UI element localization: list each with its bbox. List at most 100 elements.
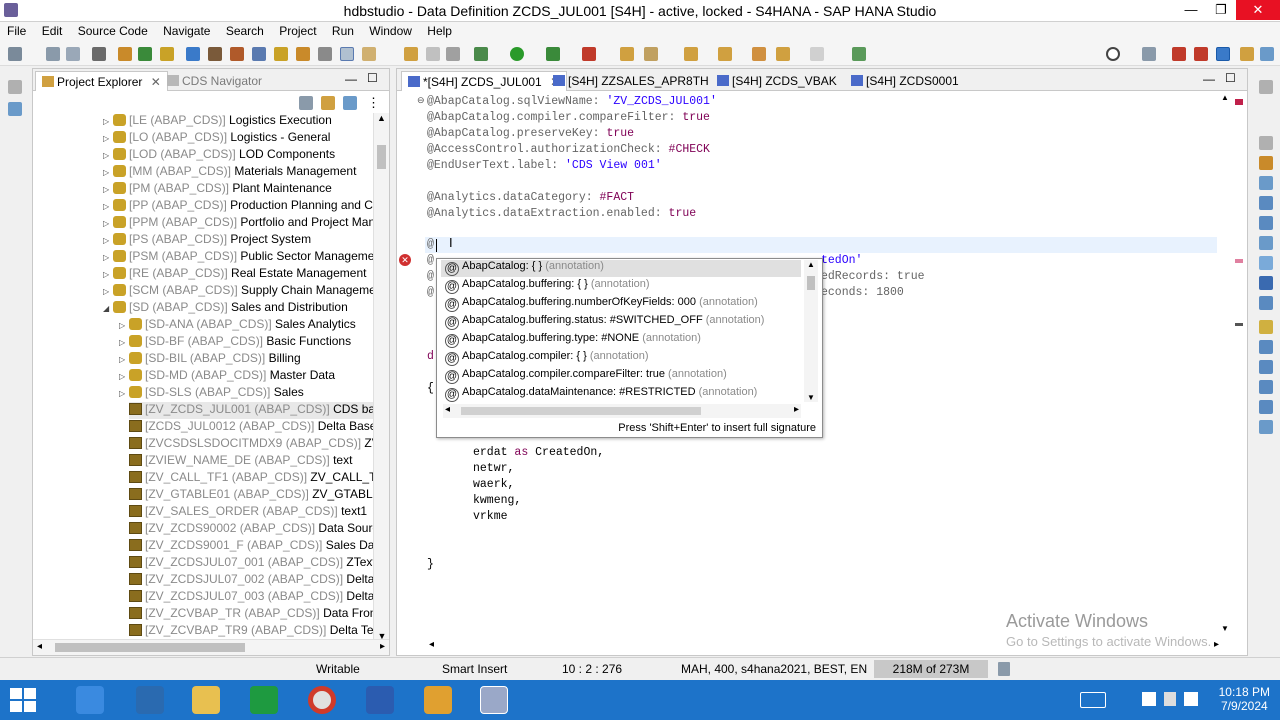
- scroll-right-arrow[interactable]: ▸: [1214, 639, 1219, 650]
- scroll-up-arrow[interactable]: ▲: [1219, 93, 1231, 102]
- open-object-icon[interactable]: [118, 47, 132, 61]
- file-explorer-app-icon[interactable]: [76, 686, 104, 714]
- code-line-define[interactable]: d: [427, 349, 434, 365]
- tree-item[interactable]: [ZV_ZCVBAP_TR9 (ABAP_CDS)] Delta Test: [129, 623, 373, 640]
- menu-window[interactable]: Window: [362, 22, 417, 38]
- assist-horizontal-scrollbar[interactable]: ◂ ▸: [443, 404, 801, 418]
- templates-icon[interactable]: [1259, 236, 1273, 250]
- collapsed-arrow-icon[interactable]: ▷: [119, 338, 129, 347]
- tree-vertical-scrollbar[interactable]: ▲ ▼: [373, 113, 389, 641]
- scroll-left-arrow[interactable]: ◂: [37, 641, 42, 652]
- restore-icon[interactable]: [1259, 136, 1273, 150]
- heap-status[interactable]: 218M of 273M: [874, 660, 988, 678]
- code-line-field-5[interactable]: vrkme: [473, 509, 508, 525]
- tree-item[interactable]: ▷ [SCM (ABAP_CDS)] Supply Chain Managemen…: [103, 283, 373, 300]
- flag-icon[interactable]: [1164, 692, 1176, 706]
- maximize-button[interactable]: ❐: [1206, 0, 1236, 20]
- sync-icon[interactable]: [318, 47, 332, 61]
- code-line-11[interactable]: @: [427, 253, 434, 269]
- tree-item[interactable]: ▷ [SD-BF (ABAP_CDS)] Basic Functions: [119, 334, 373, 351]
- assist-item[interactable]: @ AbapCatalog.buffering.numberOfKeyFields…: [445, 296, 758, 314]
- folder-icon[interactable]: [404, 47, 418, 61]
- minimize-button[interactable]: —: [1176, 0, 1206, 20]
- tree-item[interactable]: [ZV_CALL_TF1 (ABAP_CDS)] ZV_CALL_TF1: [129, 470, 373, 487]
- tab-zcds-jul001[interactable]: *[S4H] ZCDS_JUL001 ✕: [401, 71, 568, 91]
- outline-icon[interactable]: [1259, 156, 1273, 170]
- code-line-1[interactable]: @AbapCatalog.sqlViewName: 'ZV_ZCDS_JUL00…: [427, 94, 717, 110]
- problems-icon[interactable]: [1259, 216, 1273, 230]
- assist-item[interactable]: @ AbapCatalog.buffering.type: #NONE (anno…: [445, 332, 701, 350]
- scroll-down-arrow[interactable]: ▼: [1219, 624, 1231, 633]
- tree-item[interactable]: [ZV_ZCVBAP_TR (ABAP_CDS)] Data From CDS: [129, 606, 373, 623]
- collapse-all-icon[interactable]: [299, 96, 313, 110]
- code-line-8[interactable]: @Analytics.dataExtraction.enabled: true: [427, 206, 696, 222]
- save-icon[interactable]: [46, 47, 60, 61]
- run-icon[interactable]: [510, 47, 524, 61]
- assist-item[interactable]: @ AbapCatalog.compiler.compareFilter: tru…: [445, 368, 727, 386]
- tree-item[interactable]: [ZV_SALES_ORDER (ABAP_CDS)] text1: [129, 504, 373, 521]
- tree-item[interactable]: [ZCDS_JUL0012 (ABAP_CDS)] Delta Based I: [129, 419, 373, 436]
- scroll-right-arrow[interactable]: ▸: [380, 641, 385, 652]
- code-line-5[interactable]: @EndUserText.label: 'CDS View 001': [427, 158, 662, 174]
- scroll-down-arrow[interactable]: ▼: [804, 393, 818, 402]
- tool-icon[interactable]: [92, 47, 106, 61]
- minimize-editor-icon[interactable]: —: [1203, 72, 1215, 86]
- perspective-other-icon[interactable]: [1260, 47, 1274, 61]
- tab-cds-navigator[interactable]: CDS Navigator: [161, 71, 268, 91]
- tree-item[interactable]: ◢ [SD (ABAP_CDS)] Sales and Distribution: [103, 300, 373, 317]
- collapsed-arrow-icon[interactable]: ▷: [103, 134, 113, 143]
- scroll-left-arrow[interactable]: ◂: [445, 404, 450, 415]
- collapsed-arrow-icon[interactable]: ▷: [103, 270, 113, 279]
- code-line-2[interactable]: @AbapCatalog.compiler.compareFilter: tru…: [427, 110, 710, 126]
- tree-item[interactable]: [ZV_ZCDSJUL07_001 (ABAP_CDS)] ZText_DS C: [129, 555, 373, 572]
- collapsed-arrow-icon[interactable]: ▷: [103, 151, 113, 160]
- code-line-3[interactable]: @AbapCatalog.preserveKey: true: [427, 126, 634, 142]
- data-preview-icon[interactable]: [1259, 380, 1273, 394]
- windows-start-icon[interactable]: [10, 688, 36, 712]
- run-config-icon[interactable]: [474, 47, 488, 61]
- assist-item[interactable]: @ AbapCatalog.dataMaintenance: #RESTRICTE…: [445, 386, 757, 404]
- collapsed-arrow-icon[interactable]: ▷: [119, 372, 129, 381]
- perspective-modeler-icon[interactable]: [1172, 47, 1186, 61]
- restore-icon[interactable]: [8, 80, 22, 94]
- open-window-icon[interactable]: [852, 47, 866, 61]
- restore-icon[interactable]: [1259, 80, 1273, 94]
- open-folder-icon[interactable]: [620, 47, 634, 61]
- tree-item[interactable]: [ZV_ZCDS9001_F (ABAP_CDS)] Sales Data Cu…: [129, 538, 373, 555]
- last-edit-icon[interactable]: [752, 47, 766, 61]
- assist-item[interactable]: @ AbapCatalog.compiler: { } (annotation): [445, 350, 649, 368]
- tree-item[interactable]: ▷ [MM (ABAP_CDS)] Materials Management: [103, 164, 373, 181]
- excel-app-icon[interactable]: [250, 686, 278, 714]
- code-line-field-2[interactable]: netwr,: [473, 461, 514, 477]
- console-icon[interactable]: [1259, 360, 1273, 374]
- pilcrow-icon[interactable]: [446, 47, 460, 61]
- garbage-collect-icon[interactable]: [998, 662, 1010, 676]
- tree-item[interactable]: [ZV_GTABLE01 (ABAP_CDS)] ZV_GTABLE01: [129, 487, 373, 504]
- task-marker[interactable]: [1235, 323, 1243, 326]
- collapsed-arrow-icon[interactable]: ▷: [119, 355, 129, 364]
- collapsed-arrow-icon[interactable]: ▷: [103, 219, 113, 228]
- keyboard-icon[interactable]: [1080, 692, 1106, 708]
- debug-icon[interactable]: [208, 47, 222, 61]
- tree-item[interactable]: [ZVIEW_NAME_DE (ABAP_CDS)] text: [129, 453, 373, 470]
- tree-item[interactable]: ▷ [SD-SLS (ABAP_CDS)] Sales: [119, 385, 373, 402]
- info-icon[interactable]: [186, 47, 200, 61]
- system-clock[interactable]: 10:18 PM 7/9/2024: [1219, 685, 1270, 713]
- feed-reader-icon[interactable]: [1259, 256, 1273, 270]
- tree-item[interactable]: ▷ [SD-BIL (ABAP_CDS)] Billing: [119, 351, 373, 368]
- code-line-close-brace[interactable]: }: [427, 557, 434, 573]
- tree-item[interactable]: [ZVCSDSLSDOCITMDX9 (ABAP_CDS)] ZVCSDS: [129, 436, 373, 453]
- menu-edit[interactable]: Edit: [35, 22, 68, 38]
- assist-item[interactable]: @ AbapCatalog.buffering.status: #SWITCHED…: [445, 314, 764, 332]
- code-line-open-brace[interactable]: {: [427, 381, 434, 397]
- tab-zcds0001[interactable]: [S4H] ZCDS0001: [845, 71, 965, 91]
- expanded-arrow-icon[interactable]: ◢: [103, 304, 113, 313]
- tree-item[interactable]: [ZV_ZCDS_JUL001 (ABAP_CDS)] CDS based Da: [129, 402, 373, 419]
- transport-icon[interactable]: [252, 47, 266, 61]
- forward-icon[interactable]: [810, 47, 824, 61]
- check-icon[interactable]: [160, 47, 174, 61]
- search-object-icon[interactable]: [296, 47, 310, 61]
- word-app-icon[interactable]: [366, 686, 394, 714]
- scroll-right-arrow[interactable]: ▸: [794, 404, 799, 415]
- collapsed-arrow-icon[interactable]: ▷: [103, 185, 113, 194]
